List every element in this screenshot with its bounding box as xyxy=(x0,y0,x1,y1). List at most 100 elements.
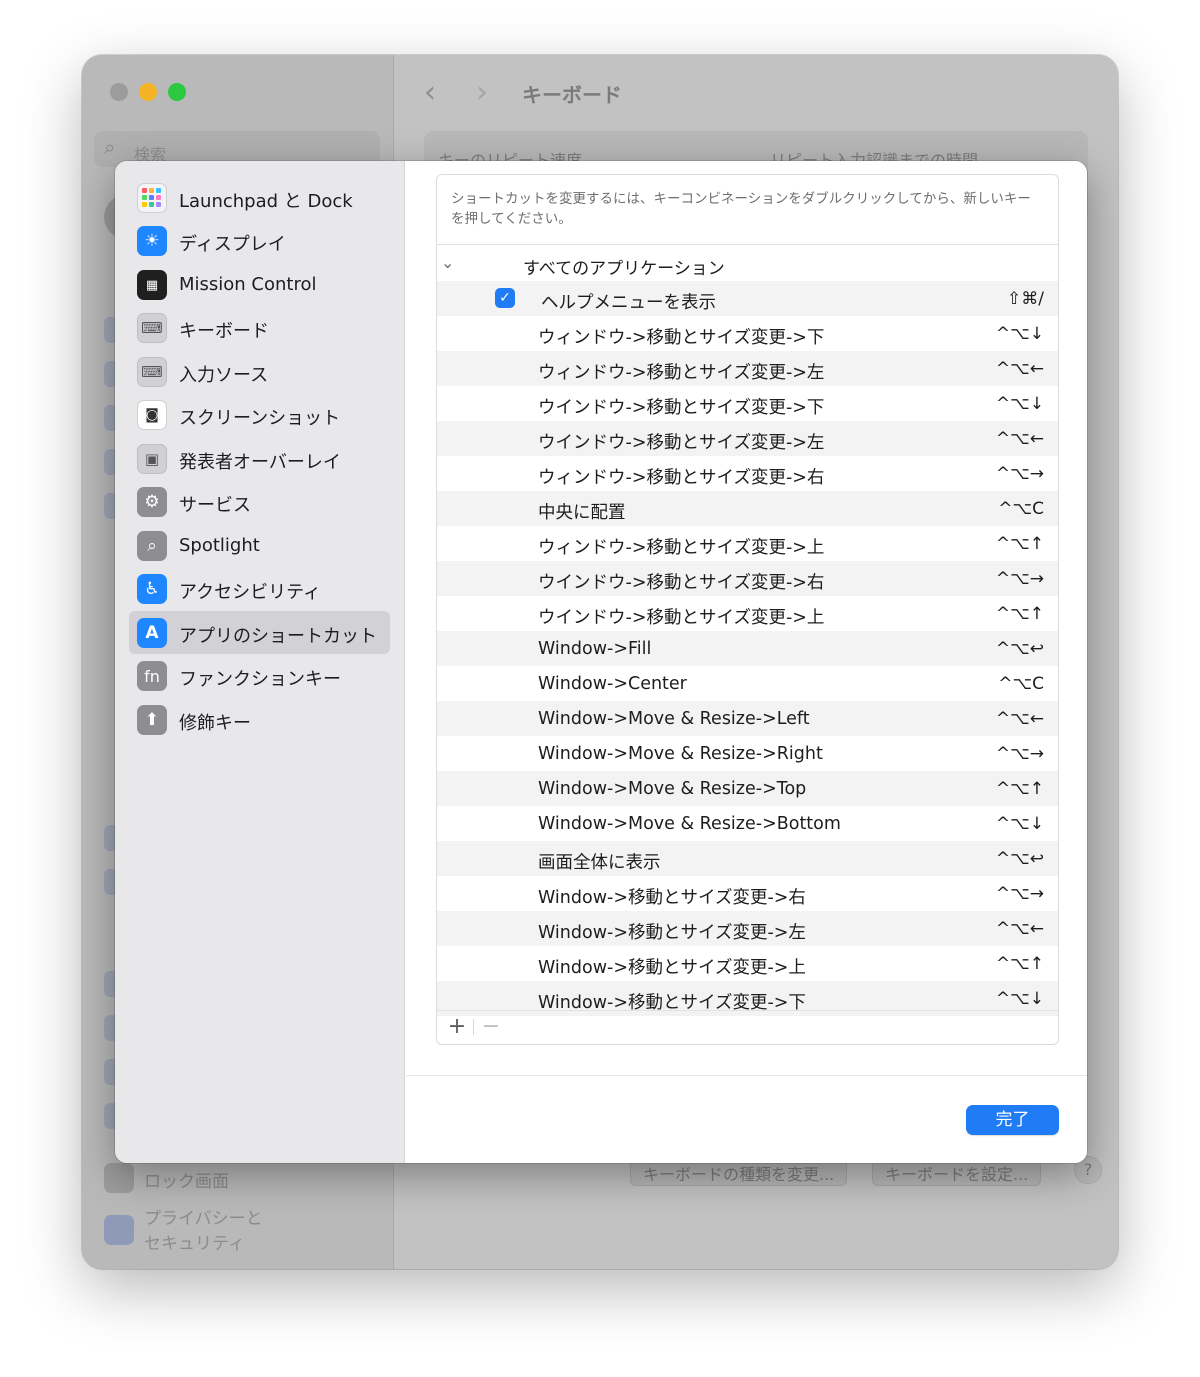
shortcuts-dialog: Launchpad と Dock ☀ ディスプレイ ▦ Mission Cont… xyxy=(115,161,1087,1163)
sidebar-item-label: ファンクションキー xyxy=(179,669,341,690)
shortcut-keys[interactable]: ^⌥← xyxy=(996,709,1044,729)
chevron-down-icon[interactable]: ⌄ xyxy=(441,253,454,272)
shortcut-keys[interactable]: ^⌥↑ xyxy=(996,534,1044,554)
table-row[interactable]: ウインドウ->移動とサイズ変更->左 ^⌥← xyxy=(437,421,1058,456)
shortcut-keys[interactable]: ^⌥← xyxy=(996,359,1044,379)
table-row[interactable]: ウィンドウ->移動とサイズ変更->上 ^⌥↑ xyxy=(437,526,1058,561)
shortcut-keys[interactable]: ^⌥→ xyxy=(996,569,1044,589)
sidebar-item-app-shortcuts[interactable]: A アプリのショートカット xyxy=(129,611,390,654)
display-icon: ☀ xyxy=(137,226,167,256)
table-row[interactable]: Window->Move & Resize->Top ^⌥↑ xyxy=(437,771,1058,806)
table-row[interactable]: 中央に配置 ^⌥C xyxy=(437,491,1058,526)
shortcut-name: ウインドウ->移動とサイズ変更->右 xyxy=(538,573,825,593)
table-row[interactable]: ウインドウ->移動とサイズ変更->上 ^⌥↑ xyxy=(437,596,1058,631)
sidebar-item-spotlight[interactable]: ⌕ Spotlight xyxy=(129,524,390,567)
sidebar-item-label: Spotlight xyxy=(179,535,260,556)
sidebar-item-accessibility[interactable]: ♿ アクセシビリティ xyxy=(129,567,390,610)
shortcut-name: ウィンドウ->移動とサイズ変更->下 xyxy=(538,328,825,348)
group-row-all-applications[interactable]: ⌄ すべてのアプリケーション xyxy=(437,247,1058,281)
sidebar-item-label: サービス xyxy=(179,495,251,516)
shortcut-name: Window->Move & Resize->Top xyxy=(538,779,807,799)
table-row[interactable]: Window->移動とサイズ変更->左 ^⌥← xyxy=(437,911,1058,946)
forward-chevron-icon[interactable]: › xyxy=(476,75,488,110)
shortcut-name: ウインドウ->移動とサイズ変更->上 xyxy=(538,608,825,628)
table-row[interactable]: ウィンドウ->移動とサイズ変更->左 ^⌥← xyxy=(437,351,1058,386)
modifier-key-icon: ⬆ xyxy=(137,705,167,735)
sidebar-item-lock-screen[interactable]: ロック画面 xyxy=(144,1167,229,1192)
table-row[interactable]: Window->Move & Resize->Right ^⌥→ xyxy=(437,736,1058,771)
table-footer: + − xyxy=(437,1010,1058,1044)
shortcut-name: Window->Move & Resize->Left xyxy=(538,709,810,729)
sidebar-item-label: アクセシビリティ xyxy=(179,582,322,603)
remove-shortcut-button[interactable]: − xyxy=(479,1014,503,1040)
back-chevron-icon[interactable]: ‹ xyxy=(424,75,436,110)
shortcut-name: ウインドウ->移動とサイズ変更->下 xyxy=(538,398,825,418)
done-button[interactable]: 完了 xyxy=(966,1105,1059,1135)
table-row[interactable]: Window->Fill ^⌥↩ xyxy=(437,631,1058,666)
sidebar-item-label: ディスプレイ xyxy=(179,234,286,255)
table-row[interactable]: ウィンドウ->移動とサイズ変更->下 ^⌥↓ xyxy=(437,316,1058,351)
table-row[interactable]: ウインドウ->移動とサイズ変更->下 ^⌥↓ xyxy=(437,386,1058,421)
spotlight-icon: ⌕ xyxy=(137,531,167,561)
sidebar-item-privacy[interactable]: プライバシーと セキュリティ xyxy=(144,1207,263,1257)
table-row[interactable]: Window->Move & Resize->Left ^⌥← xyxy=(437,701,1058,736)
table-row[interactable]: ✓ ヘルプメニューを表示 ⇧⌘/ xyxy=(437,281,1058,316)
sidebar-item-input-source[interactable]: ⌨ 入力ソース xyxy=(129,350,390,393)
shortcut-keys[interactable]: ^⌥← xyxy=(996,919,1044,939)
table-row[interactable]: Window->移動とサイズ変更->上 ^⌥↑ xyxy=(437,946,1058,981)
shortcut-keys[interactable]: ^⌥↓ xyxy=(996,814,1044,834)
table-row[interactable]: Window->Move & Resize->Bottom ^⌥↓ xyxy=(437,806,1058,841)
sidebar-item-modifier-keys[interactable]: ⬆ 修飾キー xyxy=(129,698,390,741)
close-window-button[interactable] xyxy=(110,83,128,101)
sidebar-item-label: キーボード xyxy=(179,321,269,342)
sidebar-item-screenshot[interactable]: ◙ スクリーンショット xyxy=(129,393,390,436)
shortcut-keys[interactable]: ^⌥↓ xyxy=(996,324,1044,344)
table-row[interactable]: ウィンドウ->移動とサイズ変更->右 ^⌥→ xyxy=(437,456,1058,491)
shortcut-name: Window->Center xyxy=(538,674,687,694)
shortcut-keys[interactable]: ^⌥↩ xyxy=(996,849,1044,869)
shortcut-name: Window->移動とサイズ変更->上 xyxy=(538,958,806,978)
sidebar-item-function-keys[interactable]: fn ファンクションキー xyxy=(129,654,390,697)
shortcut-keys[interactable]: ^⌥↓ xyxy=(996,394,1044,414)
shortcut-keys[interactable]: ^⌥↑ xyxy=(996,779,1044,799)
shortcut-keys[interactable]: ^⌥→ xyxy=(996,464,1044,484)
sidebar-item-presenter-overlay[interactable]: ▣ 発表者オーバーレイ xyxy=(129,437,390,480)
shortcut-name: Window->移動とサイズ変更->右 xyxy=(538,888,806,908)
divider xyxy=(406,1075,1087,1076)
maximize-window-button[interactable] xyxy=(168,83,186,101)
sidebar-item-label: Launchpad と Dock xyxy=(179,191,353,212)
shortcut-keys[interactable]: ^⌥C xyxy=(998,499,1044,519)
add-shortcut-button[interactable]: + xyxy=(445,1014,469,1040)
sidebar-item-services[interactable]: ⚙ サービス xyxy=(129,480,390,523)
sidebar-item-keyboard[interactable]: ⌨ キーボード xyxy=(129,306,390,349)
table-row[interactable]: ウインドウ->移動とサイズ変更->右 ^⌥→ xyxy=(437,561,1058,596)
sidebar-item-mission-control[interactable]: ▦ Mission Control xyxy=(129,263,390,306)
shortcut-keys[interactable]: ^⌥← xyxy=(996,429,1044,449)
page-title: キーボード xyxy=(522,83,622,107)
search-icon: ⌕ xyxy=(104,135,116,159)
enable-checkbox[interactable]: ✓ xyxy=(495,288,515,308)
shortcut-keys[interactable]: ^⌥↑ xyxy=(996,954,1044,974)
shortcut-keys[interactable]: ^⌥↑ xyxy=(996,604,1044,624)
minimize-window-button[interactable] xyxy=(139,83,157,101)
sidebar-item-display[interactable]: ☀ ディスプレイ xyxy=(129,219,390,262)
shortcut-keys[interactable]: ^⌥→ xyxy=(996,884,1044,904)
shortcut-keys[interactable]: ^⌥↩ xyxy=(996,639,1044,659)
shortcut-keys[interactable]: ^⌥↓ xyxy=(996,989,1044,1009)
table-row[interactable]: Window->Center ^⌥C xyxy=(437,666,1058,701)
presenter-overlay-icon: ▣ xyxy=(137,444,167,474)
shortcut-keys[interactable]: ^⌥→ xyxy=(996,744,1044,764)
sidebar-item-label: Mission Control xyxy=(179,274,317,295)
table-row[interactable]: Window->移動とサイズ変更->右 ^⌥→ xyxy=(437,876,1058,911)
shortcut-keys[interactable]: ^⌥C xyxy=(998,674,1044,694)
keyboard-icon: ⌨ xyxy=(137,313,167,343)
shortcut-keys[interactable]: ⇧⌘/ xyxy=(1007,289,1044,309)
input-source-icon: ⌨ xyxy=(137,357,167,387)
launchpad-icon xyxy=(137,183,167,213)
divider xyxy=(473,1019,474,1035)
app-shortcuts-icon: A xyxy=(137,618,167,648)
table-row[interactable]: 画面全体に表示 ^⌥↩ xyxy=(437,841,1058,876)
shortcut-name: ウィンドウ->移動とサイズ変更->上 xyxy=(538,538,825,558)
sidebar-item-launchpad[interactable]: Launchpad と Dock xyxy=(129,176,390,219)
screenshot-icon: ◙ xyxy=(137,400,167,430)
